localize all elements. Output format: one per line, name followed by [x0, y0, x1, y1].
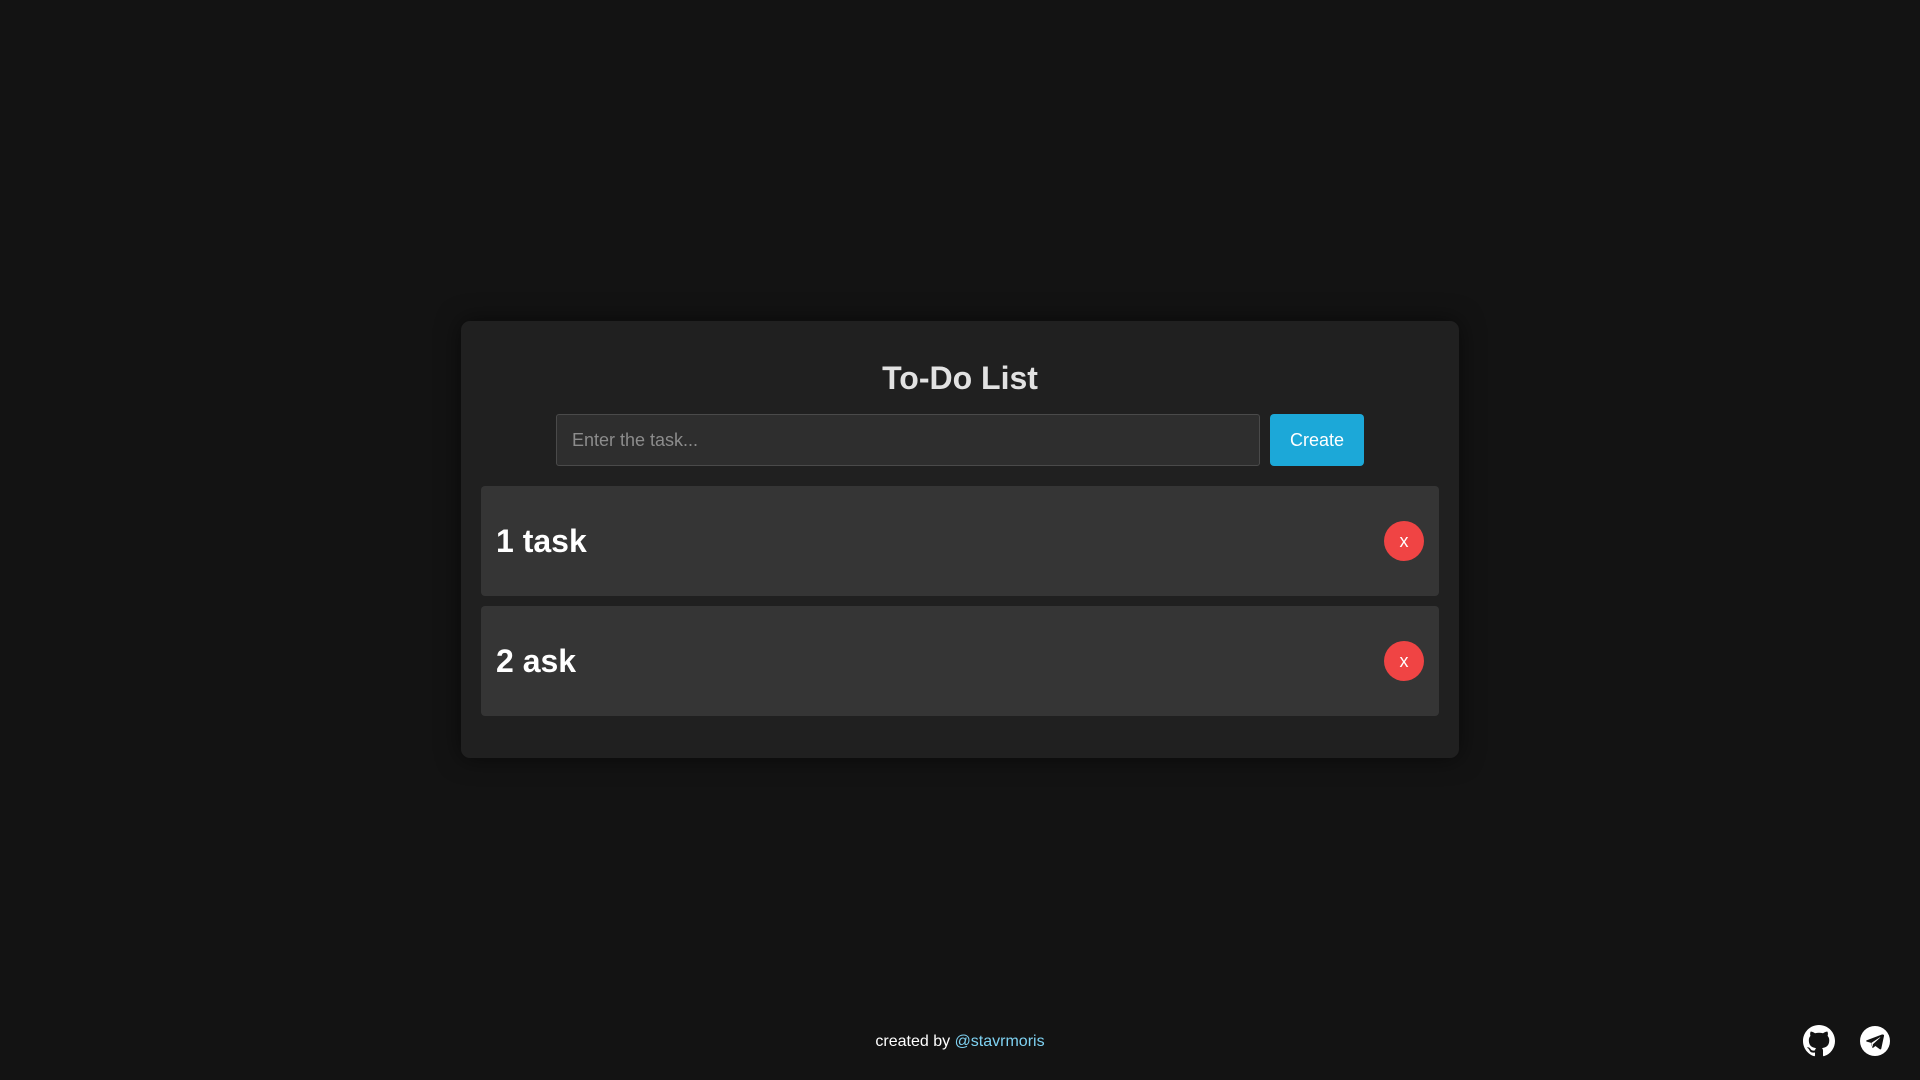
- delete-task-button[interactable]: x: [1384, 641, 1424, 681]
- task-input[interactable]: [556, 414, 1260, 466]
- github-icon[interactable]: [1803, 1025, 1835, 1057]
- task-item: 2 ask x: [481, 606, 1439, 716]
- author-link[interactable]: @stavrmoris: [955, 1033, 1045, 1050]
- social-links: [1803, 1025, 1891, 1057]
- footer: created by @stavrmoris: [0, 1033, 1920, 1051]
- task-label: 2 ask: [496, 642, 577, 679]
- task-list: 1 task x 2 ask x: [481, 486, 1439, 716]
- create-button[interactable]: Create: [1270, 414, 1364, 466]
- task-form: Create: [481, 414, 1439, 466]
- delete-task-button[interactable]: x: [1384, 521, 1424, 561]
- telegram-icon[interactable]: [1859, 1025, 1891, 1057]
- task-label: 1 task: [496, 522, 587, 559]
- todo-card: To-Do List Create 1 task x 2 ask x: [461, 321, 1459, 758]
- page-title: To-Do List: [882, 360, 1038, 396]
- task-item: 1 task x: [481, 486, 1439, 596]
- footer-prefix: created by: [875, 1033, 951, 1050]
